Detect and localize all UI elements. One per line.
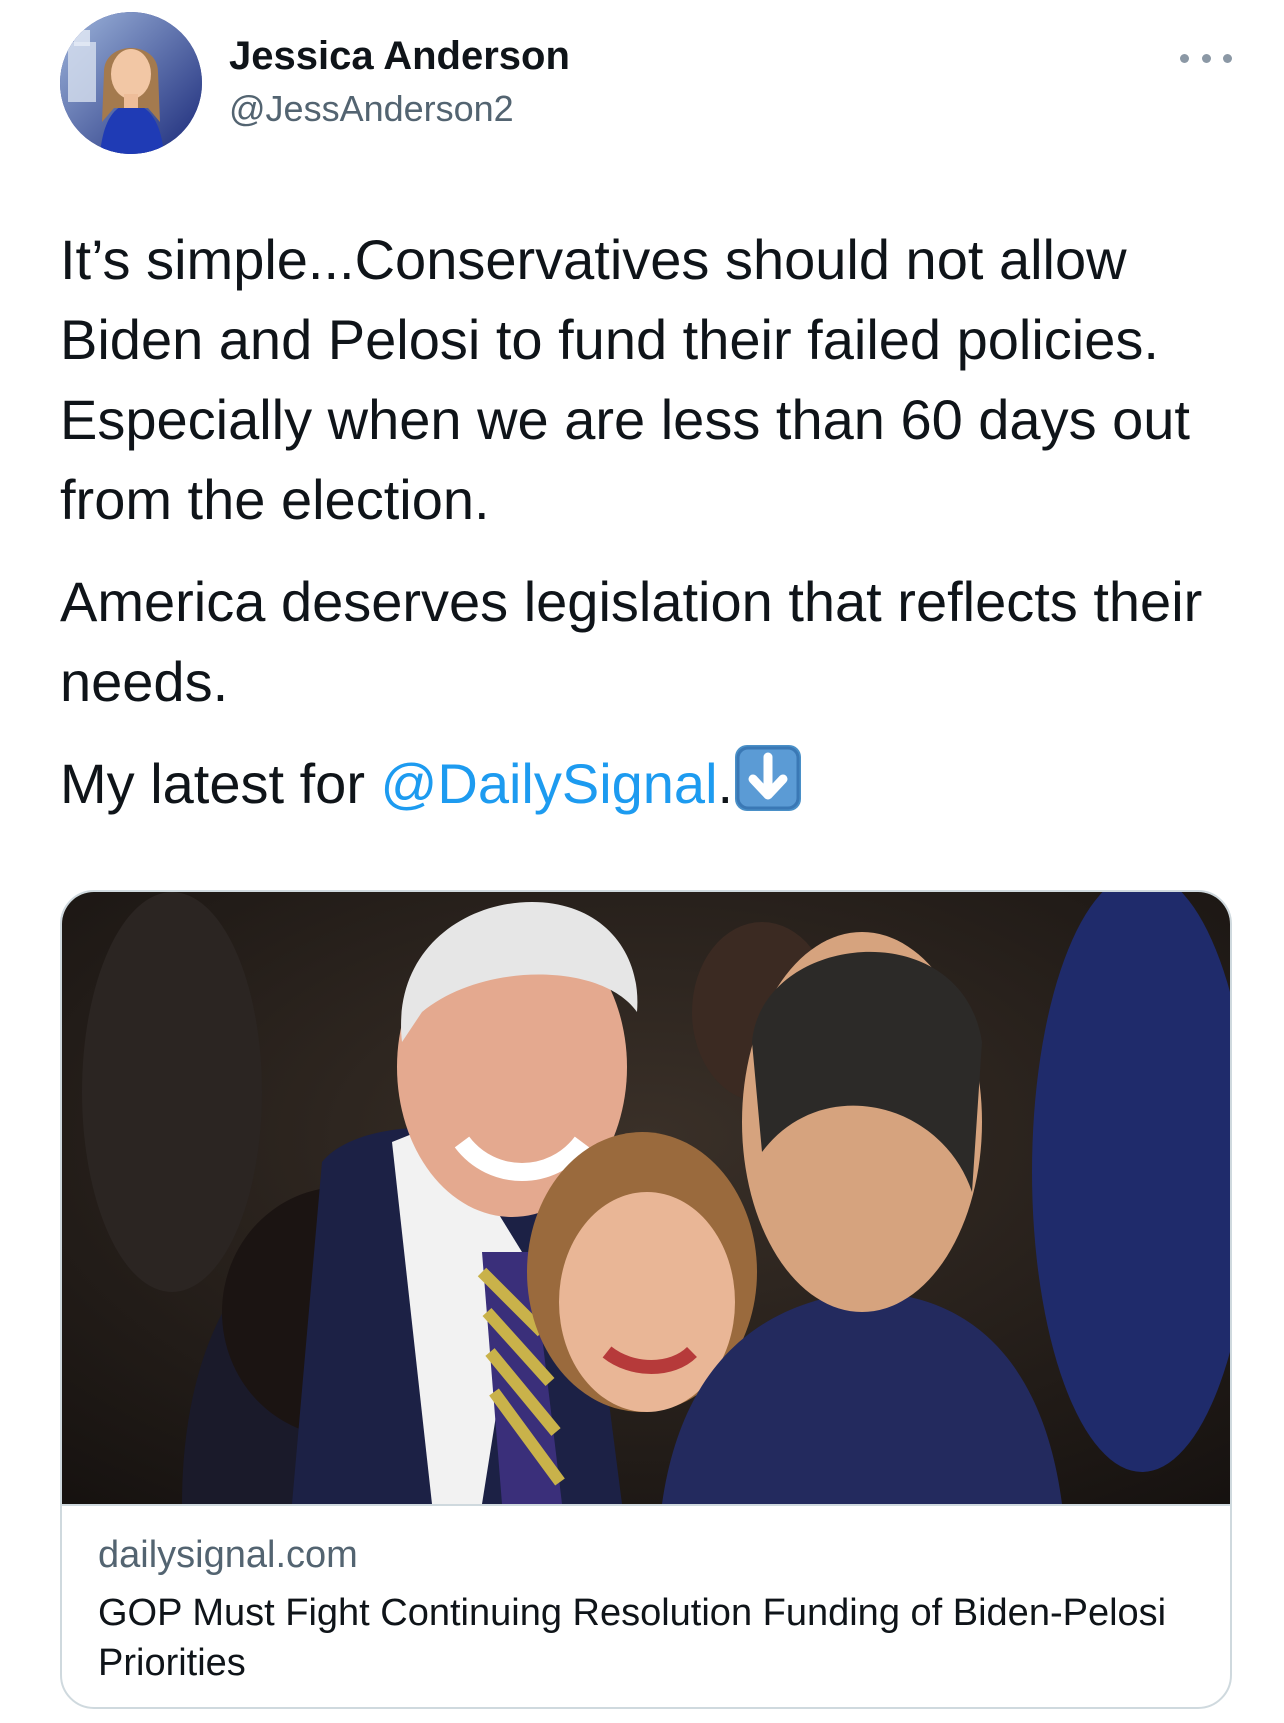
card-domain: dailysignal.com: [98, 1534, 358, 1576]
author-handle[interactable]: @JessAnderson2: [229, 88, 514, 130]
more-options-icon[interactable]: [1180, 50, 1232, 66]
tweet: Jessica Anderson @JessAnderson2 It’s sim…: [0, 0, 1284, 1723]
tweet-text: It’s simple...Conservatives should not a…: [60, 220, 1240, 846]
down-arrow-icon: [735, 745, 802, 811]
card-image: [62, 892, 1230, 1504]
tweet-paragraph-2: America deserves legislation that reflec…: [60, 570, 1203, 713]
avatar-photo-icon: [60, 12, 202, 154]
card-title: GOP Must Fight Continuing Resolution Fun…: [98, 1592, 1167, 1684]
paragraph-3-prefix: My latest for: [60, 752, 381, 815]
dot: [1201, 53, 1211, 63]
author-avatar[interactable]: [60, 12, 202, 154]
author-name[interactable]: Jessica Anderson: [229, 34, 570, 79]
mention-link[interactable]: @DailySignal: [381, 752, 718, 815]
dot: [1180, 53, 1189, 63]
link-card[interactable]: dailysignal.com GOP Must Fight Continuin…: [60, 890, 1232, 1709]
card-meta: dailysignal.com GOP Must Fight Continuin…: [62, 1504, 1230, 1707]
tweet-paragraph-1: It’s simple...Conservatives should not a…: [60, 228, 1190, 531]
dot: [1223, 53, 1232, 63]
paragraph-3-suffix: .: [717, 752, 734, 815]
tweet-paragraph-3: My latest for @DailySignal.: [60, 744, 1240, 824]
politicians-photo-icon: [62, 892, 1230, 1504]
